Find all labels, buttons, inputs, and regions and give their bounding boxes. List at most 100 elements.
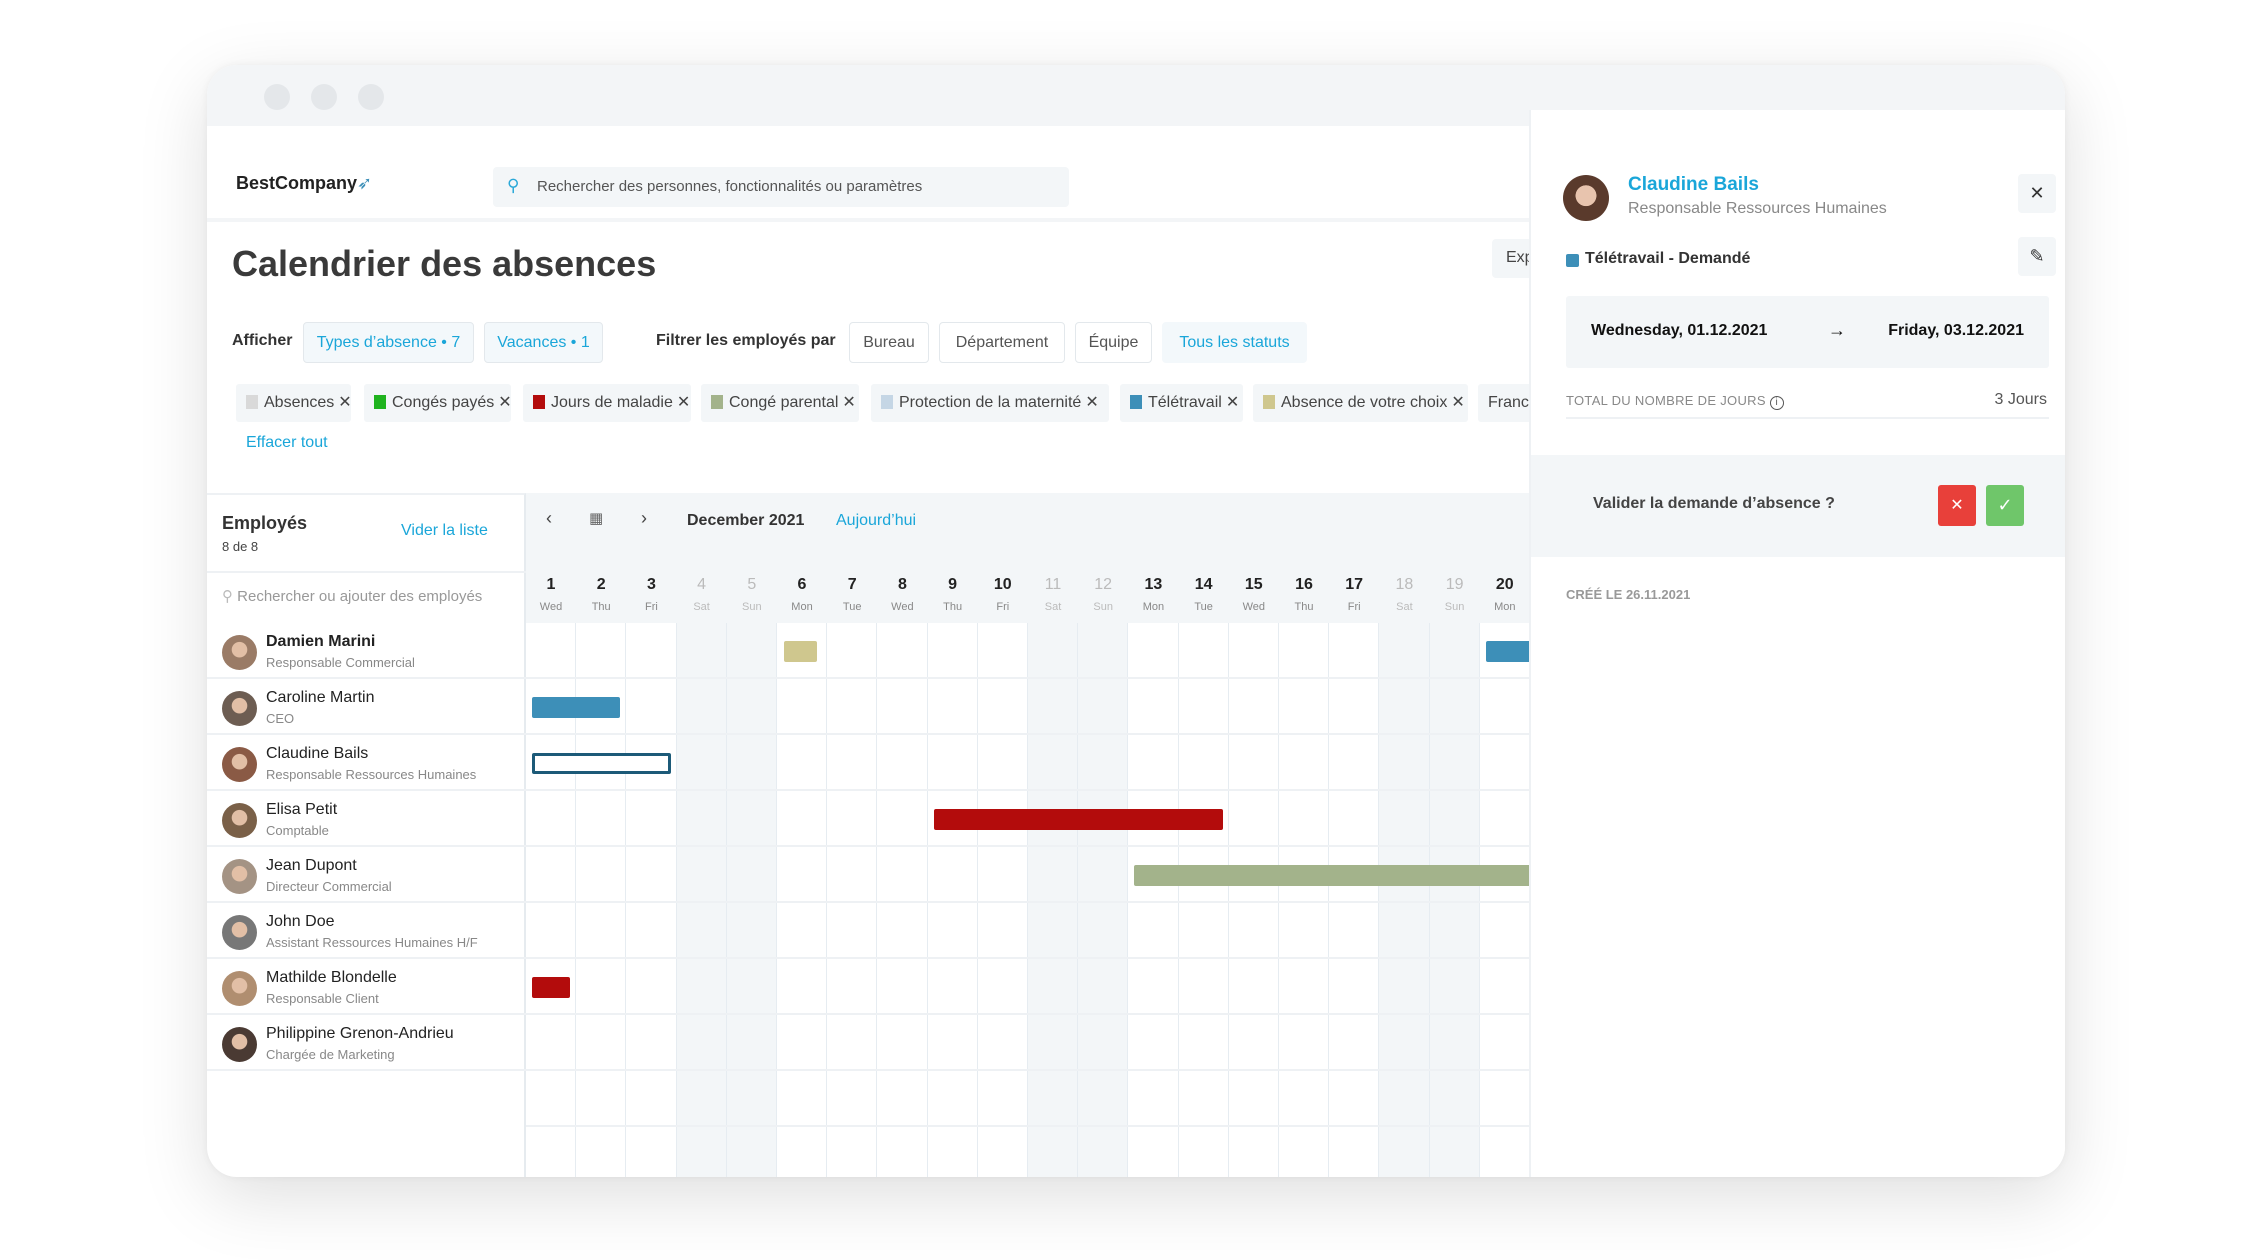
absence-type-chip[interactable]: Congés payés ✕	[364, 384, 511, 422]
employee-row[interactable]: Jean Dupont Directeur Commercial	[207, 847, 526, 903]
day-column[interactable]	[1078, 623, 1129, 1177]
window-close-button[interactable]	[264, 84, 290, 110]
day-number: 4	[697, 576, 707, 593]
logo[interactable]: BestCompany➶	[236, 173, 372, 194]
employee-row[interactable]: Mathilde Blondelle Responsable Client	[207, 959, 526, 1015]
absence-type-chip[interactable]: Absence de votre choix ✕	[1253, 384, 1468, 422]
clear-all-link[interactable]: Effacer tout	[246, 434, 328, 452]
row-divider	[526, 1125, 1529, 1127]
absence-bar[interactable]	[933, 809, 1223, 830]
absence-type-chip[interactable]: Congé parental ✕	[701, 384, 859, 422]
department-filter-button[interactable]: Département	[939, 322, 1065, 363]
absence-bar[interactable]	[532, 753, 671, 774]
absence-bar[interactable]	[784, 641, 818, 662]
window-maximize-button[interactable]	[358, 84, 384, 110]
holidays-button[interactable]: Vacances • 1	[484, 322, 603, 363]
absence-bar[interactable]	[532, 977, 571, 998]
day-column[interactable]	[626, 623, 677, 1177]
clear-list-link[interactable]: Vider la liste	[401, 522, 488, 540]
employee-name: Caroline Martin	[266, 689, 375, 706]
next-month-button[interactable]: ›	[641, 508, 647, 529]
remove-chip-icon[interactable]: ✕	[498, 394, 511, 411]
chip-label: Absence de votre choix	[1281, 394, 1448, 411]
weekday-label: Fri	[644, 601, 658, 613]
avatar	[222, 691, 257, 726]
day-column[interactable]	[928, 623, 978, 1177]
day-column[interactable]	[1329, 623, 1380, 1177]
calendar-header: ‹ ▦ › December 2021 Aujourd’hui 1 Wed 2 Thu…	[526, 493, 1529, 623]
employee-row[interactable]: Philippine Grenon-Andrieu Chargée de Mark…	[207, 1015, 526, 1071]
day-column[interactable]	[978, 623, 1028, 1177]
employee-search-input[interactable]: ⚲ Rechercher ou ajouter des employés	[222, 587, 517, 617]
remove-chip-icon[interactable]: ✕	[1451, 394, 1464, 411]
weekday-label: Sun	[1444, 601, 1465, 613]
remove-chip-icon[interactable]: ✕	[842, 394, 855, 411]
row-divider	[526, 957, 1529, 959]
remove-chip-icon[interactable]: ✕	[1226, 394, 1239, 411]
employee-name: Mathilde Blondelle	[266, 969, 397, 986]
total-days-label: TOTAL DU NOMBRE DE JOURS i	[1566, 393, 1784, 410]
day-column[interactable]	[676, 623, 727, 1177]
avatar	[222, 803, 257, 838]
calendar-icon[interactable]: ▦	[589, 509, 603, 527]
day-number: 9	[948, 576, 958, 593]
color-swatch	[881, 395, 893, 409]
window-minimize-button[interactable]	[311, 84, 337, 110]
color-swatch	[246, 395, 258, 409]
day-number: 12	[1094, 576, 1113, 593]
day-column[interactable]	[1229, 623, 1279, 1177]
close-icon[interactable]: ✕	[2018, 174, 2056, 213]
employee-row[interactable]: Elisa Petit Comptable	[207, 791, 526, 847]
avatar	[222, 915, 257, 950]
detail-employee-name[interactable]: Claudine Bails	[1628, 174, 1759, 196]
global-search-input[interactable]: ⚲ Rechercher des personnes, fonctionnalit…	[493, 167, 1069, 207]
day-column[interactable]	[1279, 623, 1330, 1177]
absence-type-chip[interactable]: Télétravail ✕	[1120, 384, 1243, 422]
day-number: 3	[646, 576, 656, 593]
day-column[interactable]	[827, 623, 878, 1177]
status-filter-button[interactable]: Tous les statuts	[1162, 322, 1307, 363]
row-divider	[526, 677, 1529, 679]
day-number: 7	[847, 576, 857, 593]
validate-question: Valider la demande d’absence ?	[1593, 495, 1835, 512]
employee-row[interactable]: Damien Marini Responsable Commercial	[207, 623, 526, 679]
day-column[interactable]	[1429, 623, 1480, 1177]
filter-label: Filtrer les employés par	[656, 332, 836, 349]
absence-type-chip[interactable]: Protection de la maternité ✕	[871, 384, 1109, 422]
day-column[interactable]	[1028, 623, 1079, 1177]
office-filter-button[interactable]: Bureau	[849, 322, 929, 363]
reject-button[interactable]: ✕	[1938, 485, 1976, 526]
absence-type-chip[interactable]: Absences ✕	[236, 384, 351, 422]
day-column[interactable]	[1480, 623, 1529, 1177]
day-column[interactable]	[777, 623, 828, 1177]
date-range-box: Wednesday, 01.12.2021 → Friday, 03.12.20…	[1566, 296, 2049, 368]
edit-pencil-icon[interactable]: ✎	[2018, 237, 2056, 276]
approve-button[interactable]: ✓	[1986, 485, 2024, 526]
employee-title: Directeur Commercial	[266, 879, 392, 894]
employee-row[interactable]: Claudine Bails Responsable Ressources Hum…	[207, 735, 526, 791]
weekday-label: Mon	[1494, 601, 1516, 613]
day-column[interactable]	[1379, 623, 1430, 1177]
today-link[interactable]: Aujourd’hui	[836, 512, 916, 530]
prev-month-button[interactable]: ‹	[546, 508, 552, 529]
remove-chip-icon[interactable]: ✕	[338, 394, 351, 411]
day-column[interactable]	[1179, 623, 1229, 1177]
absence-type-chip[interactable]: Jours de maladie ✕	[523, 384, 691, 422]
team-filter-button[interactable]: Équipe	[1075, 322, 1152, 363]
absence-bar[interactable]	[1134, 865, 1529, 886]
absence-bar[interactable]	[1485, 641, 1529, 662]
day-column[interactable]	[726, 623, 777, 1177]
day-column[interactable]	[1128, 623, 1179, 1177]
day-column[interactable]	[877, 623, 928, 1177]
detail-avatar	[1563, 175, 1609, 221]
absence-types-button[interactable]: Types d’absence • 7	[303, 322, 474, 363]
employee-row[interactable]: John Doe Assistant Ressources Humaines H/…	[207, 903, 526, 959]
day-number: 11	[1044, 576, 1062, 593]
employee-row[interactable]: Caroline Martin CEO	[207, 679, 526, 735]
info-icon[interactable]: i	[1769, 396, 1784, 410]
remove-chip-icon[interactable]: ✕	[677, 394, 690, 411]
employee-name: John Doe	[266, 913, 335, 930]
employee-title: Assistant Ressources Humaines H/F	[266, 935, 478, 950]
absence-bar[interactable]	[532, 697, 621, 718]
remove-chip-icon[interactable]: ✕	[1085, 394, 1098, 411]
